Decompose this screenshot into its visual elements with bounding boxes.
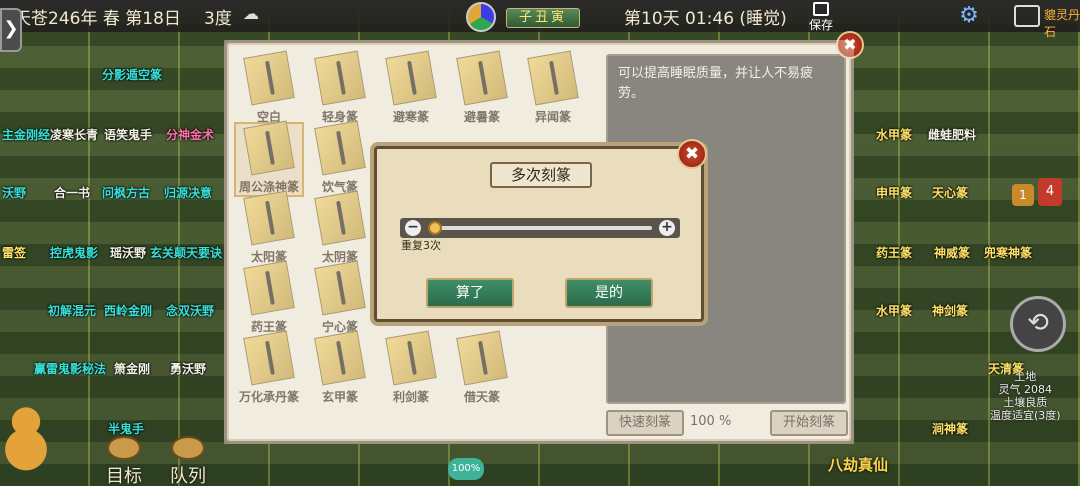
minus-icon[interactable]: − xyxy=(405,220,421,236)
field-label[interactable]: 控虎鬼影 xyxy=(50,244,98,261)
field-label[interactable]: 勇沃野 xyxy=(170,360,206,377)
floppy-icon xyxy=(813,2,829,16)
confirm-button[interactable]: 是的 xyxy=(565,278,653,308)
field-label[interactable]: 水甲篆 xyxy=(876,126,912,143)
queue-button[interactable]: 队列 xyxy=(168,436,208,486)
net-badge: 100% xyxy=(448,458,484,480)
repeat-count-label: 重复3次 xyxy=(401,239,441,252)
cloud-icon: ☁ xyxy=(243,4,259,23)
repeat-slider[interactable]: − + xyxy=(400,218,680,238)
field-label[interactable]: 涧神篆 xyxy=(932,420,968,437)
goal-icon xyxy=(107,436,141,460)
tile-info: 土地 灵气 2084 土壤良质 温度适宜(3度) xyxy=(990,370,1061,422)
field-label[interactable]: 沃野 xyxy=(2,184,26,201)
day-time: 第10天 01:46 (睡觉) xyxy=(624,9,787,29)
field-label[interactable]: 分神金术 xyxy=(166,126,214,143)
field-label[interactable]: 归源决意 xyxy=(164,184,212,201)
field-label[interactable]: 半鬼手 xyxy=(108,420,144,437)
field-label[interactable]: 申甲篆 xyxy=(876,184,912,201)
yinyang-icon[interactable] xyxy=(466,2,496,32)
plus-icon[interactable]: + xyxy=(659,220,675,236)
field-label[interactable]: 赢雷鬼影秘法 xyxy=(34,360,106,377)
tile-info-line: 土壤良质 xyxy=(1003,396,1048,409)
field-label[interactable]: 合一书 xyxy=(54,184,90,201)
field-label[interactable]: 药王篆 xyxy=(876,244,912,261)
dialog-close-button[interactable]: ✖ xyxy=(677,139,707,169)
goal-button[interactable]: 目标 xyxy=(104,436,144,486)
field-label[interactable]: 主金刚经 xyxy=(2,126,50,143)
goal-label: 目标 xyxy=(106,466,142,486)
slider-track[interactable] xyxy=(428,226,652,230)
slider-knob[interactable] xyxy=(428,221,442,235)
field-label[interactable]: 瑶沃野 xyxy=(110,244,146,261)
person-label: 貔灵丹石 xyxy=(1044,8,1080,39)
field-label[interactable]: 箫金刚 xyxy=(114,360,150,377)
field-label[interactable]: 念双沃野 xyxy=(166,302,214,319)
left-tab-toggle[interactable]: ❯ xyxy=(0,8,22,52)
field-label[interactable]: 初解混元 xyxy=(48,302,96,319)
field-label[interactable]: 雌蛙肥料 xyxy=(928,126,976,143)
field-label[interactable]: 玄关颠天要诀 xyxy=(150,244,222,261)
hour-indicator: 子丑寅 xyxy=(506,8,580,28)
tile-info-line: 土地 xyxy=(1014,370,1037,383)
dialog-title: 多次刻篆 xyxy=(490,162,592,188)
gourd-icon[interactable] xyxy=(2,404,50,474)
field-label[interactable]: 神剑篆 xyxy=(932,302,968,319)
gear-icon[interactable]: ⚙ xyxy=(956,3,982,29)
top-hud: 天苍246年 春 第18日 3度 ☁ 子丑寅 第10天 01:46 (睡觉) 保… xyxy=(0,0,1080,39)
game-date: 天苍246年 春 第18日 xyxy=(14,9,181,29)
field-label[interactable]: 水甲篆 xyxy=(876,302,912,319)
queue-label: 队列 xyxy=(170,466,206,486)
queue-icon xyxy=(171,436,205,460)
cancel-button[interactable]: 算了 xyxy=(426,278,514,308)
field-label[interactable]: 西岭金刚 xyxy=(104,302,152,319)
field-label[interactable]: 神威篆 xyxy=(934,244,970,261)
field-label[interactable]: 凌寒长青 xyxy=(50,126,98,143)
badge-one[interactable]: 1 xyxy=(1012,184,1034,206)
field-label[interactable]: 问枫方古 xyxy=(102,184,150,201)
save-label: 保存 xyxy=(808,18,833,32)
character-title: 八劫真仙 xyxy=(828,456,889,474)
field-label[interactable]: 天心篆 xyxy=(932,184,968,201)
badge-four[interactable]: 4 xyxy=(1038,178,1062,206)
undo-icon[interactable]: ⟲ xyxy=(1010,296,1066,352)
tile-info-line: 温度适宜(3度) xyxy=(990,409,1061,422)
field-label[interactable]: 分影遁空篆 xyxy=(102,66,162,83)
window-icon[interactable] xyxy=(1014,5,1040,27)
tile-info-line: 灵气 2084 xyxy=(998,383,1053,396)
save-button[interactable]: 保存 xyxy=(806,2,836,32)
field-label[interactable]: 语笑鬼手 xyxy=(104,126,152,143)
temperature: 3度 xyxy=(204,9,232,29)
field-label[interactable]: 雷签 xyxy=(2,244,26,261)
field-label[interactable]: 兜寒神篆 xyxy=(984,244,1032,261)
